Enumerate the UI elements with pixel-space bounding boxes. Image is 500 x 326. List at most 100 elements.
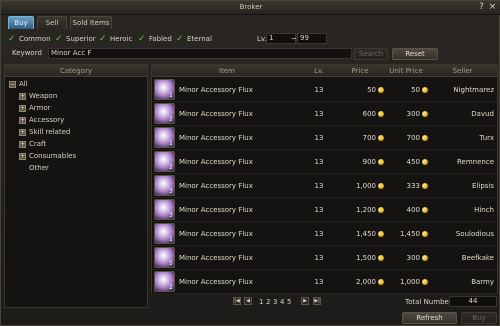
item-quantity: 2 <box>169 116 173 123</box>
price-value: 50 <box>367 86 376 94</box>
checkmark-icon: ✓ <box>99 33 107 44</box>
table-row[interactable]: 1 Minor Accessory Flux 13 1,450 1,450 Soulodi… <box>152 222 497 246</box>
last-page-button[interactable]: ▶| <box>313 297 321 305</box>
category-header: Category <box>5 65 147 77</box>
item-unit-price: 300 <box>384 246 428 270</box>
flux-item-icon[interactable]: 1 <box>154 127 175 148</box>
flux-item-icon[interactable]: 2 <box>154 151 175 172</box>
category-accessory[interactable]: + Accessory <box>19 115 64 125</box>
category-all[interactable]: − All <box>9 79 28 89</box>
item-level: 13 <box>314 278 324 286</box>
table-row[interactable]: 2 Minor Accessory Flux 13 600 300 Davud <box>152 102 497 126</box>
column-level[interactable]: Lv. <box>302 65 336 77</box>
title-bar[interactable]: Broker ? × <box>1 1 500 15</box>
category-craft[interactable]: + Craft <box>19 139 46 149</box>
item-quantity: 1 <box>169 140 173 147</box>
item-unit-price: 1,450 <box>384 222 428 246</box>
item-name: Minor Accessory Flux <box>179 110 253 118</box>
collapse-icon[interactable]: − <box>9 80 16 88</box>
expand-icon[interactable]: + <box>19 128 26 136</box>
page-2[interactable]: 2 <box>266 297 270 307</box>
buy-button[interactable]: Buy <box>461 312 497 324</box>
expand-icon[interactable]: + <box>19 116 26 124</box>
column-item[interactable]: Item <box>152 65 302 77</box>
filter-eternal[interactable]: ✓ Eternal <box>176 33 212 45</box>
broker-window: Broker ? × Buy Sell Sold Items ✓ Common ✓… <box>0 0 500 326</box>
filter-label: Heroic <box>110 35 133 43</box>
tab-sold-items[interactable]: Sold Items <box>70 16 112 29</box>
prev-page-button[interactable]: ◀ <box>244 297 252 305</box>
page-5[interactable]: 5 <box>287 297 291 307</box>
flux-item-icon[interactable]: 2 <box>154 103 175 124</box>
column-price[interactable]: Price <box>336 65 384 77</box>
table-row[interactable]: 5 Minor Accessory Flux 13 1,500 300 Beefkake <box>152 246 497 270</box>
close-icon[interactable]: × <box>487 2 498 13</box>
item-quantity: 3 <box>169 188 173 195</box>
table-row[interactable]: 2 Minor Accessory Flux 13 2,000 1,000 Barmy <box>152 270 497 294</box>
unit-price-value: 300 <box>406 254 420 262</box>
page-1[interactable]: 1 <box>259 297 263 307</box>
filter-label: Superior <box>66 35 96 43</box>
filter-superior[interactable]: ✓ Superior <box>55 33 96 45</box>
table-row[interactable]: 3 Minor Accessory Flux 13 1,000 333 Elipsis <box>152 174 497 198</box>
category-weapon[interactable]: + Weapon <box>19 91 57 101</box>
category-label: Weapon <box>29 92 58 100</box>
item-unit-price: 1,000 <box>384 270 428 294</box>
search-button[interactable]: Search <box>354 48 388 60</box>
next-page-button[interactable]: ▶ <box>301 297 309 305</box>
item-unit-price: 50 <box>384 78 428 102</box>
page-4[interactable]: 4 <box>280 297 284 307</box>
level-range-separator: ~ <box>291 35 297 43</box>
first-page-button[interactable]: |◀ <box>233 297 241 305</box>
expand-icon[interactable]: + <box>19 104 26 112</box>
tab-sell[interactable]: Sell <box>37 16 67 29</box>
flux-item-icon[interactable]: 3 <box>154 175 175 196</box>
total-number-value: 44 <box>449 296 497 307</box>
flux-item-icon[interactable]: 2 <box>154 271 175 292</box>
category-armor[interactable]: + Armor <box>19 103 51 113</box>
item-seller: Nightmarez <box>453 86 494 94</box>
table-row[interactable]: 3 Minor Accessory Flux 13 1,200 400 Hinch <box>152 198 497 222</box>
table-header: Item Lv. Price Unit Price Seller <box>152 65 497 77</box>
unit-price-value: 700 <box>406 134 420 142</box>
expand-icon[interactable]: + <box>19 140 26 148</box>
table-row[interactable]: 2 Minor Accessory Flux 13 900 450 Remnence <box>152 150 497 174</box>
item-name: Minor Accessory Flux <box>179 278 253 286</box>
item-quantity: 1 <box>169 92 173 99</box>
item-unit-price: 300 <box>384 102 428 126</box>
expand-icon[interactable]: + <box>19 92 26 100</box>
unit-price-value: 50 <box>411 86 420 94</box>
item-level: 13 <box>314 110 324 118</box>
category-consumables[interactable]: + Consumables <box>19 151 76 161</box>
item-price: 1,450 <box>336 222 384 246</box>
filter-common[interactable]: ✓ Common <box>8 33 51 45</box>
item-name: Minor Accessory Flux <box>179 182 253 190</box>
filter-heroic[interactable]: ✓ Heroic <box>99 33 132 45</box>
price-value: 1,000 <box>355 182 376 190</box>
reset-button[interactable]: Reset <box>392 48 438 60</box>
listing-table: Item Lv. Price Unit Price Seller 1 Minor … <box>151 64 498 294</box>
table-row[interactable]: 1 Minor Accessory Flux 13 700 700 Turx <box>152 126 497 150</box>
category-skill-related[interactable]: + Skill related <box>19 127 70 137</box>
flux-item-icon[interactable]: 3 <box>154 199 175 220</box>
item-quantity: 5 <box>169 260 173 267</box>
flux-item-icon[interactable]: 5 <box>154 247 175 268</box>
column-seller[interactable]: Seller <box>428 65 497 77</box>
table-row[interactable]: 1 Minor Accessory Flux 13 50 50 Nightmarez <box>152 78 497 102</box>
item-price: 2,000 <box>336 270 384 294</box>
item-level: 13 <box>314 182 324 190</box>
keyword-input[interactable]: Minor Acc F <box>48 48 352 59</box>
category-label: Armor <box>29 104 51 112</box>
column-unit-price[interactable]: Unit Price <box>384 65 428 77</box>
tab-buy[interactable]: Buy <box>8 16 34 29</box>
filter-label: Fabled <box>149 35 172 43</box>
flux-item-icon[interactable]: 1 <box>154 79 175 100</box>
refresh-button[interactable]: Refresh <box>402 312 457 324</box>
flux-item-icon[interactable]: 1 <box>154 223 175 244</box>
expand-icon[interactable]: + <box>19 152 26 160</box>
level-max-input[interactable]: 99 <box>297 33 327 44</box>
page-3[interactable]: 3 <box>273 297 277 307</box>
filter-fabled[interactable]: ✓ Fabled <box>138 33 172 45</box>
help-icon[interactable]: ? <box>476 2 487 13</box>
category-other[interactable]: Other <box>29 163 49 173</box>
